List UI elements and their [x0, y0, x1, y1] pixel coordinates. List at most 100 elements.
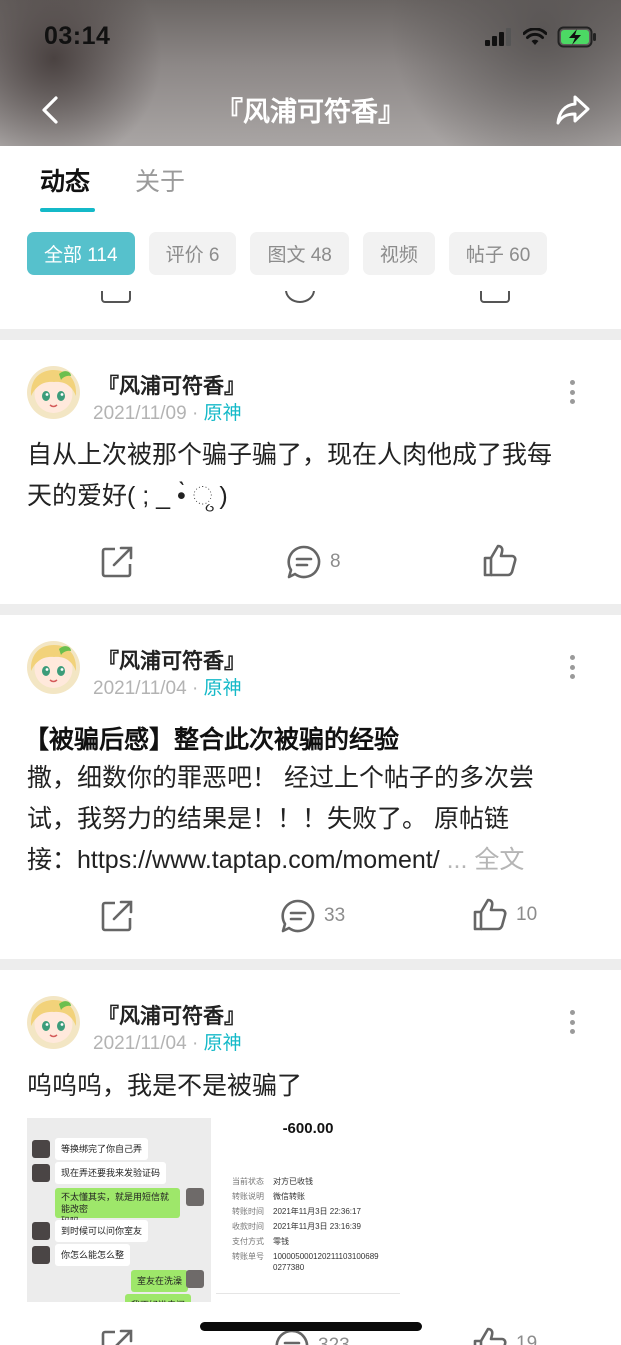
chat-bubble: 室友在洗澡	[131, 1270, 189, 1292]
post-text-line: 呜呜呜，我是不是被骗了	[27, 1072, 303, 1100]
filter-chip-videos[interactable]: 视频	[362, 232, 435, 275]
comment-button[interactable]: 8	[286, 544, 341, 580]
game-tag[interactable]: 原神	[204, 403, 242, 424]
post-title[interactable]: 【被骗后感】整合此次被骗的经验	[24, 720, 399, 756]
thumbs-up-icon	[473, 1327, 507, 1345]
post-date: 2021/11/04	[93, 678, 187, 699]
more-options-button[interactable]	[567, 1010, 577, 1034]
share-button[interactable]	[100, 545, 134, 579]
chat-avatar	[32, 1246, 50, 1264]
avatar[interactable]	[27, 996, 80, 1049]
game-tag[interactable]: 原神	[204, 1033, 242, 1054]
post-text-line: 撒，细数你的罪恶吧！ 经过上个帖子的多次尝	[27, 764, 534, 792]
like-button[interactable]: 19	[472, 1326, 537, 1345]
battery-charging-icon	[557, 26, 596, 48]
chat-bubble: 到时候可以问你室友	[55, 1220, 149, 1242]
like-button[interactable]	[482, 543, 526, 579]
profile-feed-screen: 03:14 『风浦可符香』 动态 关于 全部 114 评价 6 图文 48 视频…	[0, 0, 621, 1345]
post-text-line: 天的爱好( ; _ •̀ ୃ )	[27, 482, 228, 510]
read-full-text-link[interactable]: ... 全文	[447, 846, 525, 874]
share-icon	[101, 1329, 133, 1345]
post-text-line: 接：https://www.taptap.com/moment/ ... 全文	[27, 840, 581, 881]
share-button[interactable]	[551, 88, 595, 132]
avatar[interactable]	[27, 641, 80, 694]
share-icon	[101, 900, 133, 932]
receipt-row: 转账时间 2021年11月3日 22:36:17	[232, 1207, 361, 1216]
post-meta: 2021/11/04 · 原神	[93, 673, 242, 700]
status-icons	[485, 26, 597, 48]
anime-girl-avatar-icon	[27, 366, 80, 419]
thumbs-up-icon	[483, 544, 517, 577]
filter-chip-all[interactable]: 全部 114	[27, 232, 135, 275]
chat-bubble: 不太懂其实，就是用短信就能改密码吗	[55, 1188, 180, 1226]
receipt-row: 收款时间 2021年11月3日 23:16:39	[232, 1222, 361, 1231]
post-body[interactable]: 撒，细数你的罪恶吧！ 经过上个帖子的多次尝 试，我努力的结果是！！！失败了。 原…	[27, 758, 581, 881]
share-icon	[101, 291, 131, 303]
filter-chip-posts[interactable]: 帖子 60	[448, 232, 548, 275]
post-body[interactable]: 自从上次被那个骗子骗了，现在人肉他成了我每 天的爱好( ; _ •̀ ୃ )	[27, 435, 581, 517]
author-name[interactable]: 『风浦可符香』	[98, 1000, 245, 1030]
feed-post[interactable]: 『风浦可符香』 2021/11/09 · 原神 自从上次被那个骗子骗了，现在人肉…	[0, 340, 621, 604]
share-icon	[101, 546, 133, 578]
chat-avatar	[186, 1270, 204, 1288]
chat-screenshot-image[interactable]: 等换绑完了你自己弄 现在弄还要我来发验证码 不太懂其实，就是用短信就能改密码吗 …	[27, 1118, 211, 1302]
author-name[interactable]: 『风浦可符香』	[98, 370, 245, 400]
like-button[interactable]: 10	[472, 897, 537, 933]
anime-girl-avatar-icon	[27, 641, 80, 694]
receipt-row: 当前状态 对方已收钱	[232, 1177, 313, 1186]
share-button[interactable]	[100, 899, 134, 933]
previous-post-actions-peek	[0, 291, 621, 305]
post-text-line: 自从上次被那个骗子骗了，现在人肉他成了我每	[27, 441, 553, 469]
chat-bubble: 你怎么能怎么整	[55, 1244, 131, 1266]
post-meta: 2021/11/04 · 原神	[93, 1028, 242, 1055]
receipt-divider	[216, 1293, 400, 1294]
chat-avatar	[32, 1140, 50, 1158]
feed-post[interactable]: 『风浦可符香』 2021/11/04 · 原神 呜呜呜，我是不是被骗了 等换绑完…	[0, 970, 621, 1345]
status-time: 03:14	[44, 22, 111, 50]
tabs-and-filters: 动态 关于 全部 114 评价 6 图文 48 视频 帖子 60	[0, 146, 621, 329]
receipt-row: 转账说明 微信转账	[232, 1192, 305, 1201]
comment-count: 323	[318, 1335, 350, 1345]
author-name[interactable]: 『风浦可符香』	[98, 645, 245, 675]
chat-bubble: 现在弄还要我来发验证码	[55, 1162, 167, 1184]
receipt-row: 支付方式 零钱	[232, 1237, 289, 1246]
post-meta: 2021/11/09 · 原神	[93, 398, 242, 425]
game-tag[interactable]: 原神	[204, 678, 242, 699]
comment-icon	[285, 291, 315, 303]
chat-avatar	[32, 1222, 50, 1240]
filter-chip-images[interactable]: 图文 48	[250, 232, 349, 275]
filter-chip-reviews[interactable]: 评价 6	[148, 232, 237, 275]
transfer-amount: -600.00	[282, 1120, 334, 1137]
feed-post[interactable]: 『风浦可符香』 2021/11/04 · 原神 【被骗后感】整合此次被骗的经验 …	[0, 615, 621, 959]
like-icon	[480, 291, 510, 303]
active-tab-indicator	[40, 208, 95, 212]
anime-girl-avatar-icon	[27, 996, 80, 1049]
profile-header: 03:14 『风浦可符香』	[0, 0, 621, 146]
wifi-icon	[523, 28, 547, 45]
home-indicator[interactable]	[200, 1322, 422, 1331]
transfer-receipt-image[interactable]: -600.00 当前状态 对方已收钱 转账说明 微信转账 转账时间 2021年11月3…	[216, 1118, 400, 1302]
like-count: 10	[516, 904, 538, 925]
comment-button[interactable]: 33	[280, 898, 345, 934]
tab-about[interactable]: 关于	[135, 162, 185, 198]
comment-count: 33	[324, 905, 346, 926]
chat-bubble: 等换绑完了你自己弄	[55, 1138, 149, 1160]
share-button[interactable]	[100, 1328, 134, 1345]
comment-icon	[287, 545, 321, 579]
post-text-line: 试，我努力的结果是！！！失败了。 原帖链	[27, 805, 509, 833]
tab-updates[interactable]: 动态	[40, 162, 90, 198]
receipt-row: 转账单号 1000050001202111031006890277380	[232, 1252, 379, 1272]
meta-separator: ·	[191, 403, 199, 424]
signal-icon	[485, 28, 511, 46]
meta-separator: ·	[191, 678, 199, 699]
post-link-text: 接：https://www.taptap.com/moment/	[27, 846, 440, 874]
filter-chips: 全部 114 评价 6 图文 48 视频 帖子 60	[27, 232, 548, 275]
page-title: 『风浦可符香』	[216, 97, 405, 127]
comment-icon	[281, 899, 315, 933]
meta-separator: ·	[191, 1033, 199, 1054]
more-options-button[interactable]	[567, 380, 577, 404]
more-options-button[interactable]	[567, 655, 577, 679]
post-body[interactable]: 呜呜呜，我是不是被骗了	[27, 1066, 581, 1107]
chat-avatar	[186, 1188, 204, 1206]
avatar[interactable]	[27, 366, 80, 419]
